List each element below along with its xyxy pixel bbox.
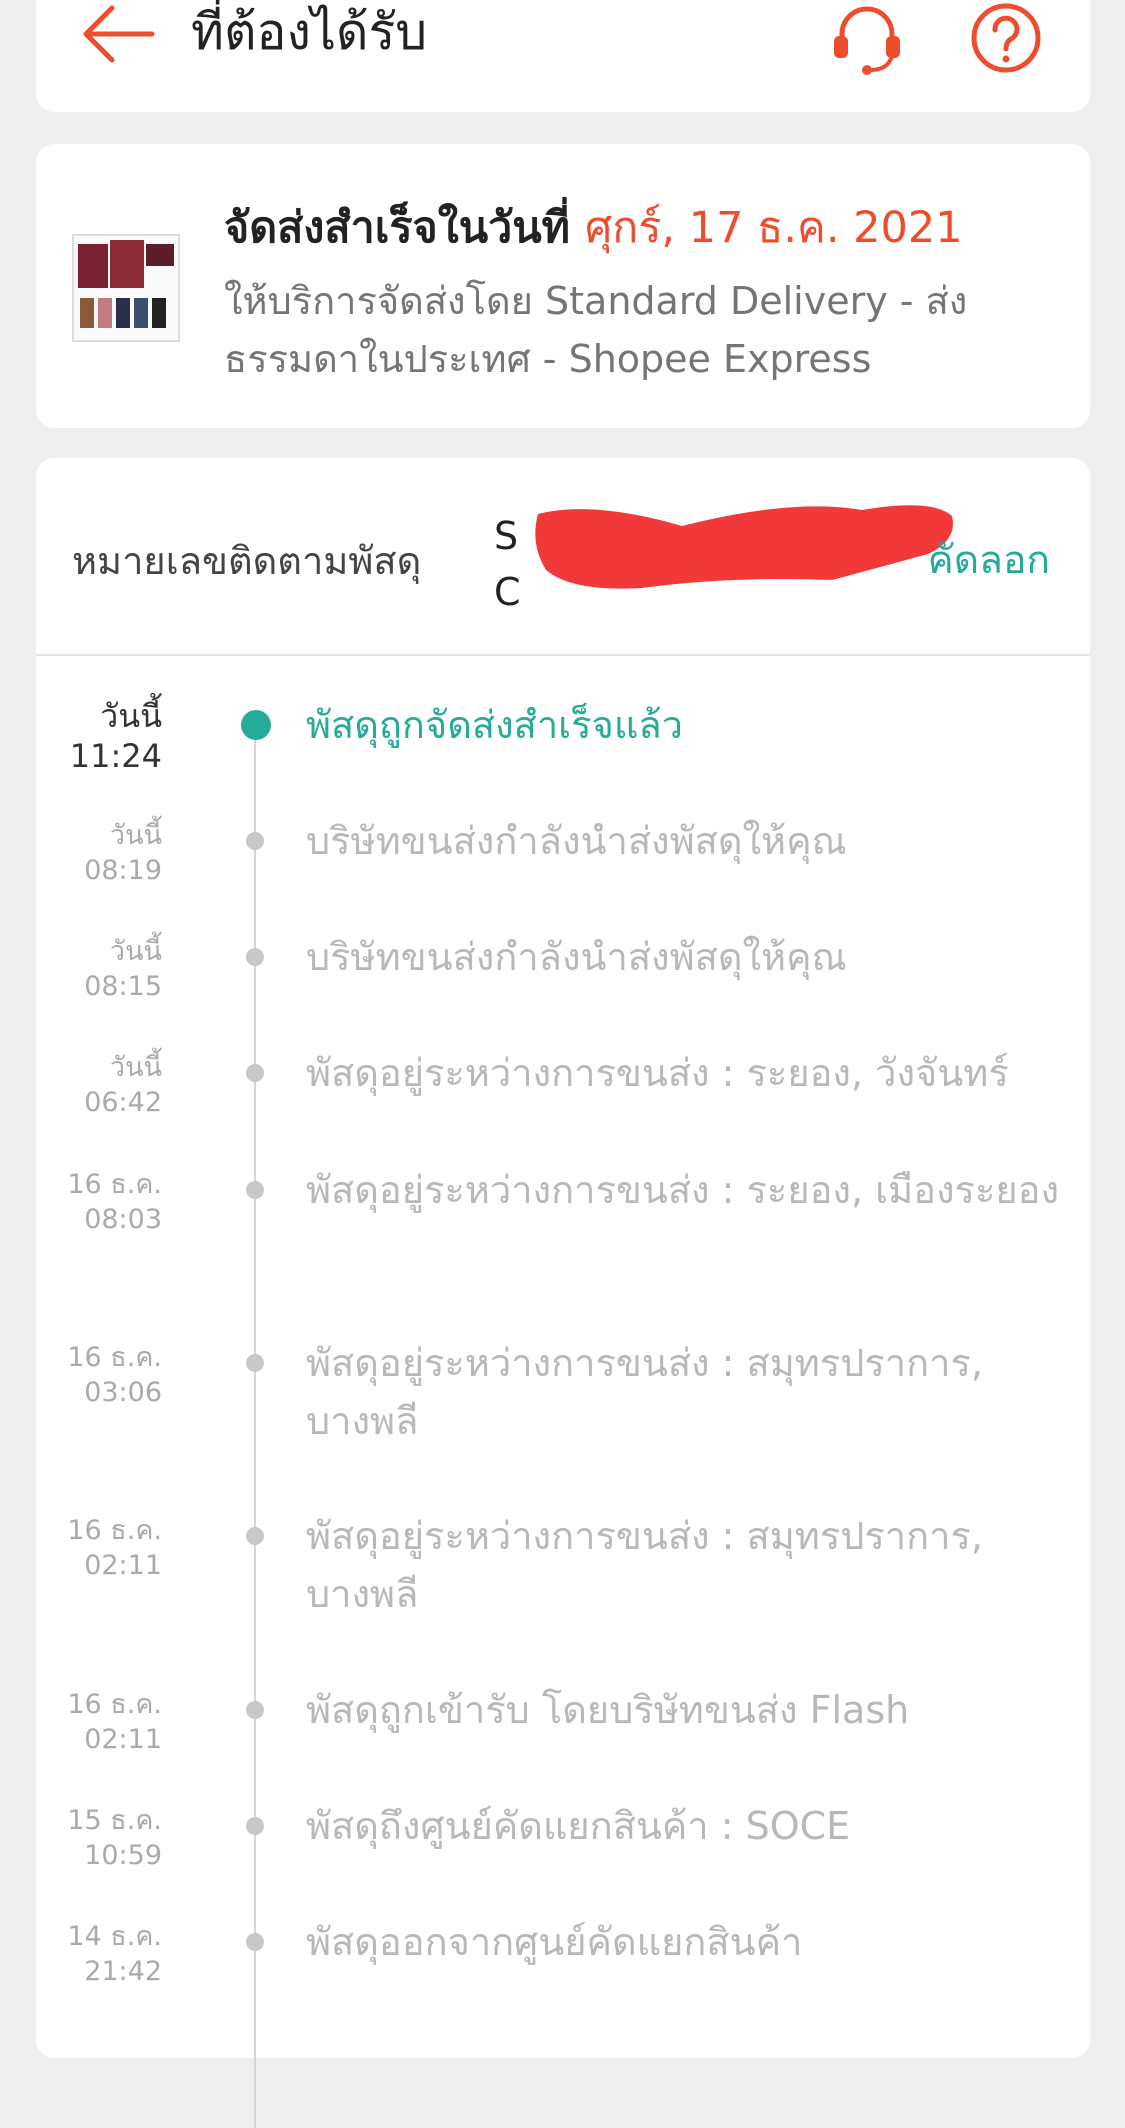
help-button[interactable] xyxy=(960,0,1052,84)
timeline-event: 15 ธ.ค. 10:59 พัสดุถึงศูนย์คัดแยกสินค้า : … xyxy=(36,1797,1090,1913)
event-date: วันนี้ xyxy=(109,820,162,851)
event-time: 10:59 xyxy=(84,1840,162,1871)
question-circle-icon xyxy=(971,3,1041,73)
arrow-left-icon xyxy=(83,5,155,63)
copy-button[interactable]: คัดลอก xyxy=(928,536,1050,586)
event-description: พัสดุออกจากศูนย์คัดแยกสินค้า xyxy=(306,1920,803,1964)
delivery-status-card[interactable]: จัดส่งสำเร็จในวันที่ ศุกร์, 17 ธ.ค. 2021… xyxy=(36,144,1090,428)
event-date: 16 ธ.ค. xyxy=(67,1342,162,1373)
delivery-date: ศุกร์, 17 ธ.ค. 2021 xyxy=(585,203,963,253)
back-button[interactable] xyxy=(74,0,164,74)
event-timestamp: วันนี้ 08:15 xyxy=(36,934,162,1004)
timeline-event: 16 ธ.ค. 02:11 พัสดุถูกเข้ารับ โดยบริษัทขนส… xyxy=(36,1681,1090,1797)
event-description: พัสดุอยู่ระหว่างการขนส่ง : ระยอง, เมืองร… xyxy=(306,1168,1060,1212)
timeline-dot xyxy=(246,1354,264,1372)
event-date: 16 ธ.ค. xyxy=(67,1689,162,1720)
timeline-dot xyxy=(246,1701,264,1719)
event-timestamp: วันนี้ 06:42 xyxy=(36,1050,162,1120)
event-date: 16 ธ.ค. xyxy=(67,1169,162,1200)
event-time: 03:06 xyxy=(84,1377,162,1408)
event-timestamp: 16 ธ.ค. 08:03 xyxy=(36,1167,162,1237)
delivery-date-line: จัดส่งสำเร็จในวันที่ ศุกร์, 17 ธ.ค. 2021 xyxy=(224,200,1064,256)
timeline-event: 16 ธ.ค. 02:11 พัสดุอยู่ระหว่างการขนส่ง : ส… xyxy=(36,1507,1090,1680)
headset-icon xyxy=(834,6,900,75)
event-date: 16 ธ.ค. xyxy=(67,1515,162,1546)
event-time: 02:11 xyxy=(84,1550,162,1581)
event-time: 21:42 xyxy=(84,1956,162,1987)
event-date: วันนี้ xyxy=(100,697,162,735)
event-timestamp: 16 ธ.ค. 03:06 xyxy=(36,1340,162,1410)
event-description: พัสดุถูกเข้ารับ โดยบริษัทขนส่ง Flash xyxy=(306,1688,910,1732)
timeline-dot xyxy=(246,948,264,966)
page-title: ที่ต้องได้รับ xyxy=(191,3,428,61)
event-timestamp: วันนี้ 08:19 xyxy=(36,818,162,888)
event-description: บริษัทขนส่งกำลังนำส่งพัสดุให้คุณ xyxy=(306,935,847,979)
delivery-date-prefix: จัดส่งสำเร็จในวันที่ xyxy=(224,203,585,253)
event-time: 08:15 xyxy=(84,971,162,1002)
event-description: พัสดุอยู่ระหว่างการขนส่ง : ระยอง, วังจัน… xyxy=(306,1051,1009,1095)
timeline-event: 14 ธ.ค. 21:42 พัสดุออกจากศูนย์คัดแยกสินค้า xyxy=(36,1913,1090,2029)
timeline-dot xyxy=(246,1527,264,1545)
header-bar: ที่ต้องได้รับ xyxy=(36,0,1090,112)
timeline-dot xyxy=(246,1181,264,1199)
timeline-dot xyxy=(246,1817,264,1835)
tracking-number-label: หมายเลขติดตามพัสดุ xyxy=(72,539,422,583)
event-description: พัสดุถึงศูนย์คัดแยกสินค้า : SOCE xyxy=(306,1804,851,1848)
timeline-event: วันนี้ 08:15 บริษัทขนส่งกำลังนำส่งพัสดุให้… xyxy=(36,928,1090,1044)
event-time: 08:03 xyxy=(84,1204,162,1235)
event-date: 14 ธ.ค. xyxy=(67,1921,162,1952)
event-description: พัสดุถูกจัดส่งสำเร็จแล้ว xyxy=(306,703,683,747)
support-button[interactable] xyxy=(824,0,910,80)
redaction-mark xyxy=(535,505,953,589)
event-timestamp: 15 ธ.ค. 10:59 xyxy=(36,1803,162,1873)
event-timestamp: 16 ธ.ค. 02:11 xyxy=(36,1513,162,1583)
event-time: 11:24 xyxy=(69,737,162,775)
timeline-event: วันนี้ 06:42 พัสดุอยู่ระหว่างการขนส่ง : ระ… xyxy=(36,1044,1090,1160)
timeline-dot xyxy=(246,832,264,850)
tracking-card: หมายเลขติดตามพัสดุ S C คัดลอก วันนี้ 11:2… xyxy=(36,458,1090,2128)
delivery-service-text: ให้บริการจัดส่งโดย Standard Delivery - ส… xyxy=(224,279,968,381)
event-date: วันนี้ xyxy=(109,936,162,967)
event-description: พัสดุอยู่ระหว่างการขนส่ง : สมุทรปราการ, … xyxy=(306,1514,983,1616)
timeline-event: วันนี้ 11:24 พัสดุถูกจัดส่งสำเร็จแล้ว xyxy=(36,696,1090,812)
timeline-event: 16 ธ.ค. 08:03 พัสดุอยู่ระหว่างการขนส่ง : ร… xyxy=(36,1161,1090,1334)
timeline-event: วันนี้ 08:19 บริษัทขนส่งกำลังนำส่งพัสดุให้… xyxy=(36,812,1090,928)
divider xyxy=(36,654,1090,656)
event-time: 08:19 xyxy=(84,855,162,886)
event-timestamp: 14 ธ.ค. 21:42 xyxy=(36,1919,162,1989)
event-timestamp: 16 ธ.ค. 02:11 xyxy=(36,1687,162,1757)
product-thumbnail[interactable] xyxy=(72,234,180,342)
event-timestamp: วันนี้ 11:24 xyxy=(36,696,162,776)
timeline-dot xyxy=(246,1933,264,1951)
timeline-dot xyxy=(246,1064,264,1082)
event-time: 06:42 xyxy=(84,1087,162,1118)
event-date: 15 ธ.ค. xyxy=(67,1805,162,1836)
event-description: บริษัทขนส่งกำลังนำส่งพัสดุให้คุณ xyxy=(306,819,847,863)
event-time: 02:11 xyxy=(84,1724,162,1755)
event-description: พัสดุอยู่ระหว่างการขนส่ง : สมุทรปราการ, … xyxy=(306,1341,983,1443)
timeline-event: 16 ธ.ค. 03:06 พัสดุอยู่ระหว่างการขนส่ง : ส… xyxy=(36,1334,1090,1507)
event-date: วันนี้ xyxy=(109,1052,162,1083)
timeline-dot-active xyxy=(241,710,271,740)
